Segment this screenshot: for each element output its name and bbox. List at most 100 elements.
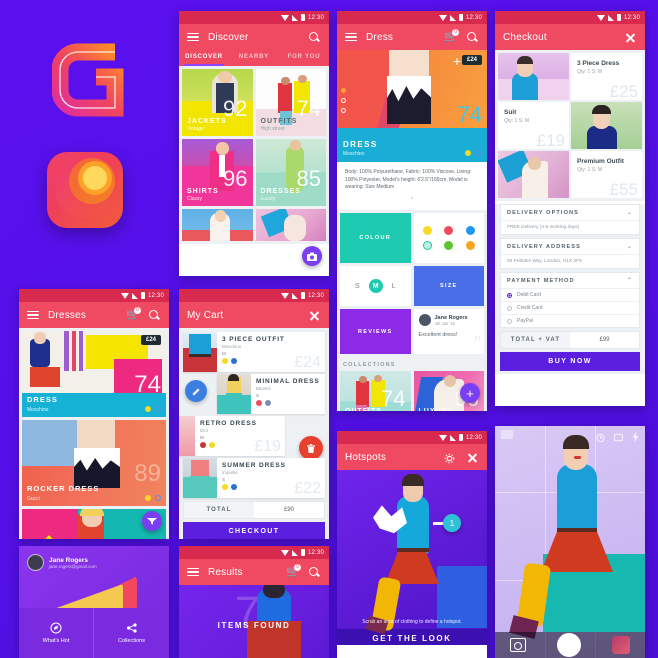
hotspot-marker[interactable]: 1: [443, 514, 461, 532]
reviews-label-tile[interactable]: REVIEWS: [340, 309, 411, 354]
tab-for-you[interactable]: FOR YOU: [279, 50, 329, 66]
tab-nearby[interactable]: NEARBY: [229, 50, 279, 66]
camera-viewfinder[interactable]: [495, 426, 645, 658]
mode-icon[interactable]: [501, 430, 513, 439]
cart-icon[interactable]: 🛒 0: [444, 28, 459, 44]
checkout-button[interactable]: CHECKOUT: [183, 522, 325, 539]
settings-icon[interactable]: [444, 451, 457, 464]
hdr-icon[interactable]: [614, 429, 623, 447]
tile-dresses[interactable]: 85 DRESSES Luxury: [255, 139, 326, 206]
menu-icon[interactable]: [27, 310, 39, 320]
swatch-red[interactable]: [444, 226, 454, 235]
avatar[interactable]: [27, 554, 44, 571]
chevron-up-icon[interactable]: ⌃: [627, 277, 633, 284]
cart-item-2[interactable]: MINIMAL DRESS Bluelris S: [217, 374, 325, 414]
item-price: £55: [609, 180, 638, 199]
wifi-icon: [438, 14, 447, 21]
cart-item-1[interactable]: 3 PIECE OUTFIT Moschino M £24: [183, 332, 325, 372]
dress-card-1[interactable]: 74 DRESS Moschino £24: [22, 331, 166, 417]
add-icon[interactable]: +: [453, 54, 461, 68]
size-label-tile[interactable]: SIZE: [413, 266, 484, 306]
card-colour-dots[interactable]: [145, 495, 161, 501]
menu-icon[interactable]: [187, 567, 199, 577]
menu-whats-hot[interactable]: What's Hot: [19, 608, 94, 658]
switch-camera-icon[interactable]: [510, 638, 527, 652]
payment-option-paypal[interactable]: PayPal: [501, 314, 639, 327]
dress-hero[interactable]: £24 + 74 DRESS Moschino: [337, 50, 487, 162]
tile-jackets[interactable]: 92 JACKETS Vintage: [182, 69, 253, 136]
cart-item-4[interactable]: SUMMER DRESS Impulse S £22: [183, 458, 325, 498]
cart-item-3[interactable]: RETRO DRESS Dior M £19: [179, 416, 285, 456]
buy-now-button[interactable]: BUY NOW: [500, 352, 640, 371]
results-hero: 7 ITEMS FOUND: [179, 585, 329, 658]
close-icon[interactable]: [466, 451, 479, 464]
hero-colour-dots[interactable]: [465, 150, 481, 156]
chevron-down-icon[interactable]: ⌄: [627, 243, 633, 250]
cart-icon[interactable]: 🛒 0: [286, 563, 301, 579]
swatch-yellow[interactable]: [422, 226, 432, 235]
swatch-blue[interactable]: [465, 226, 475, 235]
item-name: MINIMAL DRESS: [256, 378, 320, 385]
tile-extra-right[interactable]: [255, 209, 326, 241]
shutter-button[interactable]: [556, 633, 581, 657]
get-the-look-button[interactable]: GET THE LOOK: [337, 634, 487, 643]
chevron-down-icon[interactable]: ⌄: [627, 209, 633, 216]
dress-options: COLOUR S M L SIZE REVIEWS Jane Rogers 4t…: [337, 210, 487, 357]
collection-outfits[interactable]: 74 OUTFITS High street: [340, 371, 411, 411]
tile-outfits[interactable]: 74 OUTFITS High street: [255, 69, 326, 136]
delete-button[interactable]: [299, 436, 323, 460]
tile-extra-left[interactable]: [182, 209, 253, 241]
close-icon[interactable]: [308, 309, 321, 322]
screen-discover: 12:30 Discover DISCOVER NEARBY FOR YOU 9…: [179, 11, 329, 276]
size-m-selected[interactable]: M: [368, 279, 383, 293]
swatch-teal-selected[interactable]: [422, 241, 432, 250]
card-colour-dots[interactable]: [145, 406, 161, 412]
tile-sub: Vintage: [187, 126, 204, 132]
swatch-orange[interactable]: [465, 241, 475, 250]
tab-discover[interactable]: DISCOVER: [179, 50, 229, 66]
search-icon[interactable]: [308, 31, 321, 44]
status-bar: 12:30: [337, 431, 487, 444]
tile-shirts[interactable]: 96 SHIRTS Classy: [182, 139, 253, 206]
reviews-label: REVIEWS: [358, 328, 393, 335]
search-icon[interactable]: [148, 309, 161, 322]
edit-button[interactable]: [185, 380, 207, 402]
colour-swatches[interactable]: [413, 213, 484, 263]
item-colour-dots[interactable]: [256, 400, 320, 406]
dress-card-2[interactable]: 89 ROCKER DRESS Gucci: [22, 420, 166, 506]
menu-collections[interactable]: Collections: [94, 608, 169, 658]
radio-icon[interactable]: [507, 318, 512, 324]
size-l[interactable]: L: [392, 283, 396, 290]
results-label: ITEMS FOUND: [217, 621, 291, 630]
camera-fab[interactable]: [302, 246, 322, 266]
gallery-thumb[interactable]: [611, 636, 630, 654]
accordion-payment-method[interactable]: PAYMENT METHOD ⌃ Debit Card Credit Card …: [500, 272, 640, 328]
search-icon[interactable]: [308, 566, 321, 579]
review-card[interactable]: Jane Rogers 4th Jan '16 Excellent dress!…: [413, 309, 484, 355]
menu-icon[interactable]: [187, 32, 199, 42]
swatch-green[interactable]: [444, 241, 454, 250]
colour-label-tile[interactable]: COLOUR: [340, 213, 411, 263]
menu-icon[interactable]: [345, 32, 357, 42]
payment-option-debit[interactable]: Debit Card: [501, 288, 639, 301]
expand-chevron-icon[interactable]: ⌄: [345, 193, 479, 204]
flash-icon[interactable]: [632, 429, 639, 447]
size-selector[interactable]: S M L: [340, 266, 411, 306]
accordion-delivery-address[interactable]: DELIVERY ADDRESS ⌄ 90 Pebbles Way, Londo…: [500, 238, 640, 269]
timer-icon[interactable]: [596, 429, 605, 447]
checkout-item-1[interactable]: 3 Piece Dress Qty: 1 S: M £25: [571, 53, 642, 100]
payment-option-credit[interactable]: Credit Card: [501, 301, 639, 314]
radio-icon[interactable]: [507, 305, 512, 311]
add-fab[interactable]: +: [460, 383, 480, 403]
close-icon[interactable]: [624, 31, 637, 44]
checkout-item-3[interactable]: Premium Outfit Qty: 1 S: M £55: [571, 151, 642, 198]
cart-icon[interactable]: 🛒 0: [126, 306, 141, 322]
radio-icon[interactable]: [507, 292, 512, 298]
checkout-item-2[interactable]: Suit Qty: 1 S: M £19: [498, 102, 569, 149]
size-s[interactable]: S: [355, 283, 360, 290]
hotspot-canvas[interactable]: 1 Scrub an area of clothing to define a …: [337, 470, 487, 645]
signal-icon: [131, 292, 138, 299]
accordion-delivery-options[interactable]: DELIVERY OPTIONS ⌄ FREE Delivery (4-5 wo…: [500, 204, 640, 235]
filter-fab[interactable]: [142, 511, 162, 531]
search-icon[interactable]: [466, 31, 479, 44]
